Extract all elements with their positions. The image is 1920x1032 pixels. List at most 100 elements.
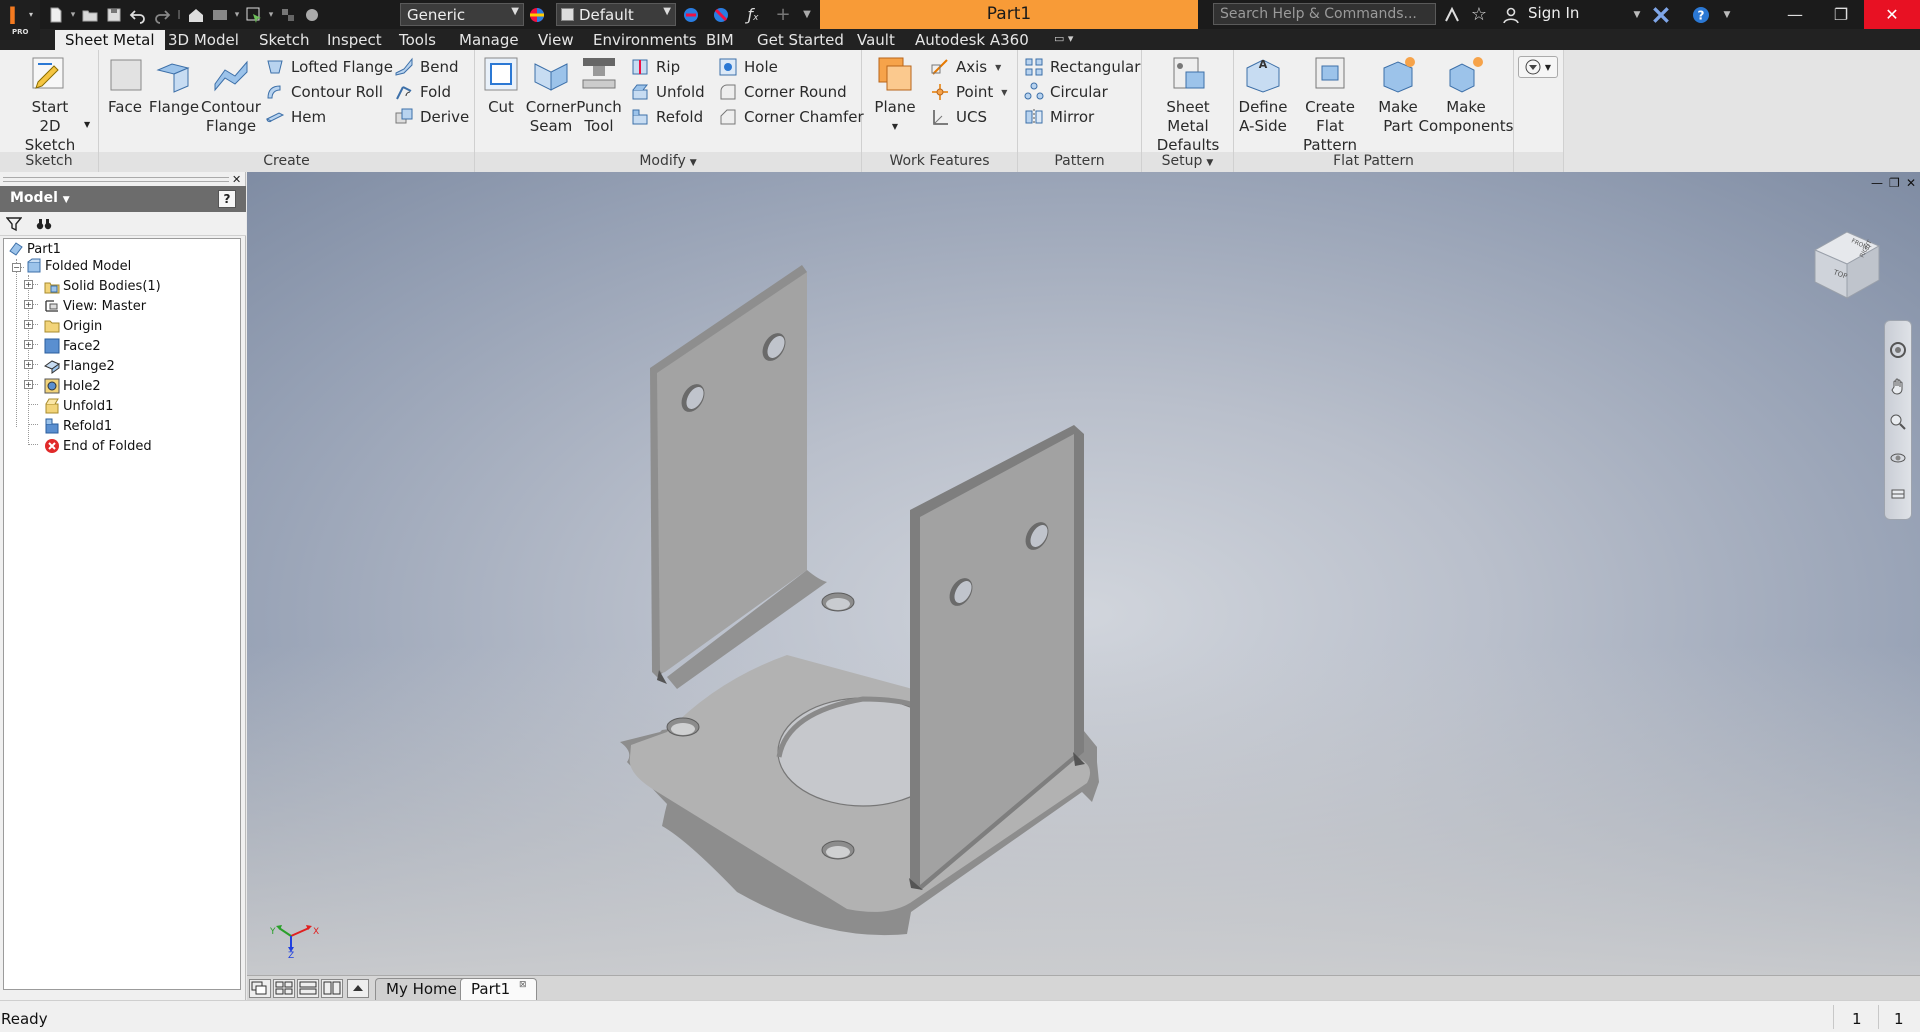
browser-title-dropdown[interactable]: Model ▼ (10, 190, 70, 206)
sheet-metal-part-model[interactable] (247, 172, 1920, 975)
panel-title[interactable]: Setup ▼ (1142, 152, 1233, 172)
look-at-button[interactable] (1889, 485, 1907, 503)
viewport-restore-button[interactable]: ❐ (1889, 176, 1900, 190)
mirror-button[interactable]: Mirror (1024, 106, 1094, 128)
tab-get-started[interactable]: Get Started (757, 30, 844, 50)
tree-expand-toggle[interactable]: + (24, 340, 33, 349)
select-button[interactable] (242, 3, 266, 26)
zoom-button[interactable] (1889, 413, 1907, 431)
tile-vertical-button[interactable] (321, 979, 343, 998)
tab-my-home[interactable]: My Home (375, 978, 468, 1000)
viewcube[interactable]: TOP RIGHT FRONT (1807, 220, 1887, 304)
appearance-dropdown[interactable]: Default ▼ (556, 3, 676, 26)
hole-button[interactable]: Hole (718, 56, 778, 78)
viewport-minimize-button[interactable]: — (1871, 176, 1883, 190)
make-components-button[interactable]: Make Components (1419, 54, 1513, 136)
adjust-button[interactable] (680, 4, 702, 25)
tab-manage[interactable]: Manage (459, 30, 519, 50)
save-button[interactable] (102, 3, 126, 26)
chevron-down-icon[interactable]: ▾ (266, 3, 276, 26)
tree-node-end-of-folded[interactable]: End of Folded (44, 436, 152, 456)
punch-tool-button[interactable]: Punch Tool (575, 54, 623, 136)
tree-node-solid-bodies[interactable]: Solid Bodies(1) (44, 276, 161, 296)
tab-inspect[interactable]: Inspect (327, 30, 382, 50)
refold-button[interactable]: Refold (630, 106, 703, 128)
fold-button[interactable]: Fold (394, 81, 451, 103)
point-button[interactable]: Point ▼ (930, 81, 1007, 103)
ribbon-display-toggle[interactable]: ▭ ▾ (1054, 32, 1073, 45)
tree-node-refold1[interactable]: Refold1 (44, 416, 112, 436)
favorites-button[interactable]: ☆ (1468, 4, 1490, 25)
browser-close-button[interactable]: ✕ (232, 173, 241, 186)
chevron-down-icon[interactable]: ▾ (232, 3, 242, 26)
undo-button[interactable] (126, 3, 150, 26)
tree-node-folded-model[interactable]: Folded Model (26, 256, 131, 276)
define-a-side-button[interactable]: A Define A-Side (1237, 54, 1289, 136)
axis-button[interactable]: Axis ▼ (930, 56, 1001, 78)
unfold-button[interactable]: Unfold (630, 81, 705, 103)
orbit-button[interactable] (1889, 449, 1907, 467)
color-override-button[interactable] (276, 3, 300, 26)
project-button[interactable] (208, 3, 232, 26)
sign-in-menu-button[interactable]: ▼ (1626, 4, 1648, 25)
update-button[interactable] (300, 3, 324, 26)
tab-tools[interactable]: Tools (399, 30, 436, 50)
appearance-button[interactable] (526, 4, 548, 25)
tree-node-origin[interactable]: Origin (44, 316, 102, 336)
corner-chamfer-button[interactable]: Corner Chamfer (718, 106, 864, 128)
contour-flange-button[interactable]: Contour Flange (201, 54, 261, 136)
face-button[interactable]: Face (105, 54, 145, 117)
browser-help-button[interactable]: ? (218, 190, 236, 208)
tree-expand-toggle[interactable]: + (24, 280, 33, 289)
graphics-viewport[interactable]: — ❐ ✕ TOP RIGHT FRONT X Y Z (247, 172, 1920, 975)
close-button[interactable]: ✕ (1864, 0, 1920, 29)
tab-environments[interactable]: Environments (593, 30, 697, 50)
cascade-windows-button[interactable] (249, 979, 271, 998)
tree-expand-toggle[interactable]: + (24, 320, 33, 329)
plane-button[interactable]: Plane ▼ (872, 54, 918, 136)
create-flat-pattern-button[interactable]: Create Flat Pattern (1290, 54, 1370, 155)
ipart-button[interactable]: + (772, 4, 794, 25)
filter-button[interactable] (5, 216, 23, 236)
contour-roll-button[interactable]: Contour Roll (265, 81, 383, 103)
start-2d-sketch-button[interactable]: Start 2D Sketch (12, 54, 88, 155)
ucs-button[interactable]: UCS (930, 106, 987, 128)
tile-horizontal-button[interactable] (297, 979, 319, 998)
document-list-button[interactable] (347, 979, 369, 998)
panel-title[interactable]: Modify ▼ (475, 152, 861, 172)
hem-button[interactable]: Hem (265, 106, 326, 128)
rip-button[interactable]: Rip (630, 56, 680, 78)
rectangular-pattern-button[interactable]: Rectangular (1024, 56, 1140, 78)
tab-sketch[interactable]: Sketch (259, 30, 310, 50)
bend-button[interactable]: Bend (394, 56, 459, 78)
tree-node-flange2[interactable]: Flange2 (43, 356, 115, 376)
clear-button[interactable] (710, 4, 732, 25)
minimize-button[interactable]: — (1772, 0, 1818, 29)
sheet-metal-defaults-button[interactable]: Sheet Metal Defaults (1144, 54, 1232, 155)
sign-in-link[interactable]: Sign In (1528, 4, 1579, 22)
new-button[interactable] (44, 3, 68, 26)
tab-3d-model[interactable]: 3D Model (168, 30, 239, 50)
tree-node-view-master[interactable]: View: Master (44, 296, 146, 316)
parameters-button[interactable]: ƒx (742, 4, 764, 25)
exchange-button[interactable] (1650, 4, 1672, 25)
tree-expand-toggle[interactable]: + (24, 360, 33, 369)
ribbon-more-button[interactable]: ▼ (1518, 56, 1558, 78)
tab-vault[interactable]: Vault (857, 30, 895, 50)
tab-bim[interactable]: BIM (706, 30, 734, 50)
lofted-flange-button[interactable]: Lofted Flange (265, 56, 393, 78)
chevron-down-icon[interactable]: ▾ (68, 3, 78, 26)
chevron-down-icon[interactable]: ▼ (84, 120, 90, 129)
tree-expand-toggle[interactable]: + (24, 380, 33, 389)
customize-toolbar-button[interactable]: ▼ (796, 4, 818, 25)
steering-wheel-button[interactable] (1889, 341, 1907, 359)
make-part-button[interactable]: Make Part (1374, 54, 1422, 136)
viewport-close-button[interactable]: ✕ (1906, 176, 1916, 190)
help-menu-button[interactable]: ▼ (1716, 4, 1738, 25)
cut-button[interactable]: Cut (479, 54, 523, 117)
tree-collapse-toggle[interactable]: − (12, 263, 21, 272)
browser-grip[interactable] (3, 177, 229, 182)
tab-part1[interactable]: Part1 ⊠ (460, 978, 538, 1000)
search-options-button[interactable] (1441, 4, 1463, 25)
circular-pattern-button[interactable]: Circular (1024, 81, 1108, 103)
